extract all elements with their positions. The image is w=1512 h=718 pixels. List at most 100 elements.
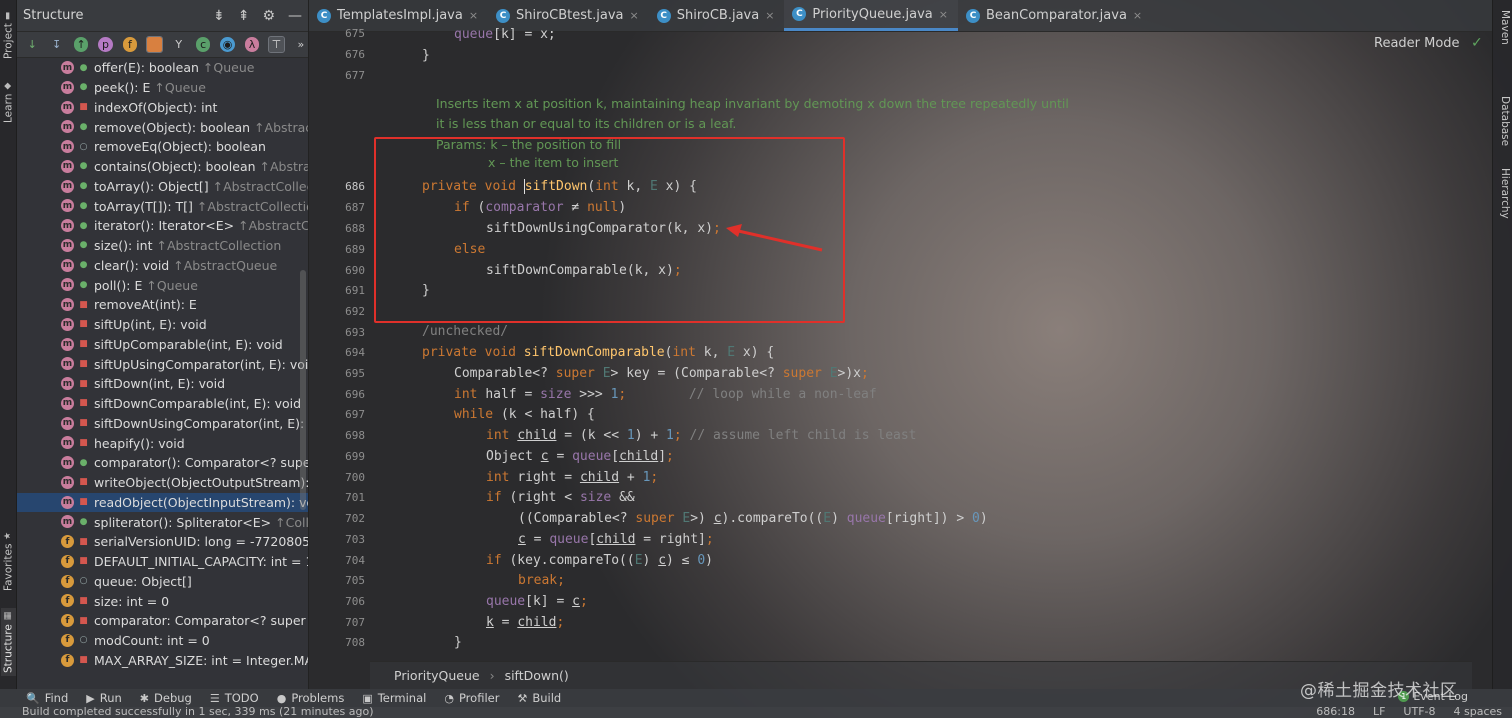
structure-member[interactable]: m ■ siftUpComparable(int, E): void [17,335,308,355]
editor-tab[interactable]: C PriorityQueue.java × [784,0,958,31]
bottom-tool-bar: 🔍 Find ▶ Run ✱ Debug ☰ TODO ● Problems ▣ Terminal ◔ P… [0,689,1512,707]
show-fields-icon[interactable]: f [122,37,138,52]
tool-window-problems[interactable]: ● Problems [277,691,345,705]
sort-alpha-icon[interactable]: ↧ [49,37,63,52]
structure-member[interactable]: m ■ indexOf(Object): int [17,98,308,118]
editor-tab[interactable]: C BeanComparator.java × [958,0,1152,31]
line-number: 708 [345,636,365,649]
favorites-tool-tab[interactable]: Favorites ★ [1,528,16,594]
structure-member[interactable]: f ■ comparator: Comparator<? super E> [17,611,308,631]
method-icon: m [61,219,74,232]
structure-member[interactable]: f ■ serialVersionUID: long = -7720805057 [17,532,308,552]
structure-tool-tab[interactable]: Structure ▦ [1,608,16,676]
gear-icon[interactable]: ⚙ [262,8,275,24]
structure-member[interactable]: f ■ DEFAULT_INITIAL_CAPACITY: int = 11 [17,552,308,572]
structure-member[interactable]: m ■ siftDownComparable(int, E): void [17,394,308,414]
breadcrumb-method[interactable]: siftDown() [505,668,569,683]
tool-window-todo[interactable]: ☰ TODO [210,691,259,705]
structure-toolbar: ↓ ↧ ↑ p f Y c ◉ λ ⊤ » [17,32,308,58]
tool-window-build[interactable]: ⚒ Build [517,691,561,705]
expand-all-icon[interactable]: ⇟ [213,8,225,24]
show-lambdas-tree-icon[interactable]: Y [172,37,186,52]
structure-member[interactable]: m ● clear(): void ↑AbstractQueue [17,256,308,276]
code-comment: /unchecked/ [422,324,509,339]
structure-member[interactable]: m ● toArray(): Object[] ↑AbstractCollectio… [17,177,308,197]
show-properties-icon[interactable]: p [98,37,113,52]
code-line: queue[k] = c; [486,594,588,609]
minimize-icon[interactable]: — [288,8,302,24]
editor-tab[interactable]: C ShiroCB.java × [649,0,785,31]
collapse-all-icon[interactable]: ⇞ [238,8,250,24]
reader-mode-toggle[interactable]: Reader Mode [1374,36,1460,51]
structure-member[interactable]: m ■ siftUpUsingComparator(int, E): void [17,354,308,374]
file-encoding[interactable]: UTF-8 [1403,707,1435,718]
show-interfaces-icon[interactable]: ◉ [220,37,235,52]
run-icon: ▶ [86,691,95,705]
more-icon[interactable]: » [294,37,308,52]
autoscroll-icon[interactable]: ⊤ [268,36,285,53]
close-icon[interactable]: × [765,9,774,22]
structure-member[interactable]: m ■ writeObject(ObjectOutputStream): vo [17,473,308,493]
show-inherited-icon[interactable]: ↑ [73,37,89,52]
indent-setting[interactable]: 4 spaces [1454,707,1503,718]
status-message: Build completed successfully in 1 sec, 3… [22,707,374,718]
breadcrumb-class[interactable]: PriorityQueue [394,668,480,683]
sort-visibility-icon[interactable]: ↓ [25,37,39,52]
member-label: DEFAULT_INITIAL_CAPACITY: int = 11 [94,554,308,570]
show-non-public-icon[interactable] [146,36,163,53]
caret-position[interactable]: 686:18 [1316,707,1355,718]
inherited-from: ↑AbstractQueue [173,257,278,273]
structure-member[interactable]: m ■ siftDown(int, E): void [17,374,308,394]
tool-window-run[interactable]: ▶ Run [86,691,122,705]
line-number: 689 [345,243,365,256]
structure-member[interactable]: m ● remove(Object): boolean ↑AbstractCo [17,117,308,137]
field-icon: f [61,653,74,667]
structure-scrollbar[interactable] [300,270,306,510]
tool-window-debug[interactable]: ✱ Debug [140,691,192,705]
hierarchy-tool-tab[interactable]: Hierarchy [1496,168,1511,219]
structure-member[interactable]: f ■ MAX_ARRAY_SIZE: int = Integer.MAX [17,651,308,671]
line-separator[interactable]: LF [1373,707,1385,718]
project-tool-tab[interactable]: Project ▬ [1,6,16,64]
structure-member[interactable]: m ● toArray(T[]): T[] ↑AbstractCollection [17,196,308,216]
tool-window-profiler[interactable]: ◔ Profiler [444,691,499,705]
database-tool-tab[interactable]: Database [1496,96,1511,146]
member-label: siftDownComparable(int, E): void [94,396,302,412]
structure-member[interactable]: f ■ size: int = 0 [17,591,308,611]
show-anonymous-icon[interactable]: c [195,37,211,52]
structure-member[interactable]: m ● offer(E): boolean ↑Queue [17,58,308,78]
method-icon: m [61,495,74,509]
tool-window-terminal[interactable]: ▣ Terminal [362,691,426,705]
member-label: removeEq(Object): boolean [94,139,266,155]
structure-member[interactable]: m ■ siftUp(int, E): void [17,315,308,335]
structure-member[interactable]: m ● spliterator(): Spliterator<E> ↑Collect [17,512,308,532]
maven-tool-tab[interactable]: Maven [1496,10,1511,45]
structure-member[interactable]: m ■ readObject(ObjectInputStream): void [17,492,308,513]
structure-member[interactable]: m ● contains(Object): boolean ↑AbstractC [17,157,308,177]
close-icon[interactable]: × [1133,9,1142,22]
code-editor[interactable]: queue[k] = x; } Inserts item x at positi… [370,27,1472,660]
structure-member[interactable]: m ● comparator(): Comparator<? super E> [17,453,308,473]
learn-tool-tab[interactable]: Learn ◆ [1,78,16,126]
java-class-icon: C [317,8,331,23]
line-number: 694 [345,346,365,359]
structure-member[interactable]: m ■ removeAt(int): E [17,295,308,315]
structure-member[interactable]: m ● poll(): E ↑Queue [17,275,308,295]
method-icon: m [61,475,74,489]
close-icon[interactable]: × [630,9,639,22]
show-lambda-icon[interactable]: λ [244,37,260,52]
close-icon[interactable]: × [939,8,948,21]
structure-member[interactable]: m ■ siftDownUsingComparator(int, E): voi [17,414,308,434]
structure-member[interactable]: f ○ queue: Object[] [17,572,308,592]
structure-member[interactable]: m ● peek(): E ↑Queue [17,78,308,98]
structure-member[interactable]: m ○ removeEq(Object): boolean [17,137,308,157]
structure-member[interactable]: m ■ heapify(): void [17,433,308,453]
tool-window-find[interactable]: 🔍 Find [26,691,68,705]
structure-member[interactable]: f ○ modCount: int = 0 [17,631,308,651]
member-label: iterator(): Iterator<E> ↑AbstractColle [94,218,308,233]
close-icon[interactable]: × [469,9,478,22]
code-line: queue[k] = x; [454,27,556,42]
line-number: 687 [345,201,365,214]
structure-member[interactable]: m ● size(): int ↑AbstractCollection [17,236,308,256]
structure-member[interactable]: m ● iterator(): Iterator<E> ↑AbstractColle [17,216,308,236]
